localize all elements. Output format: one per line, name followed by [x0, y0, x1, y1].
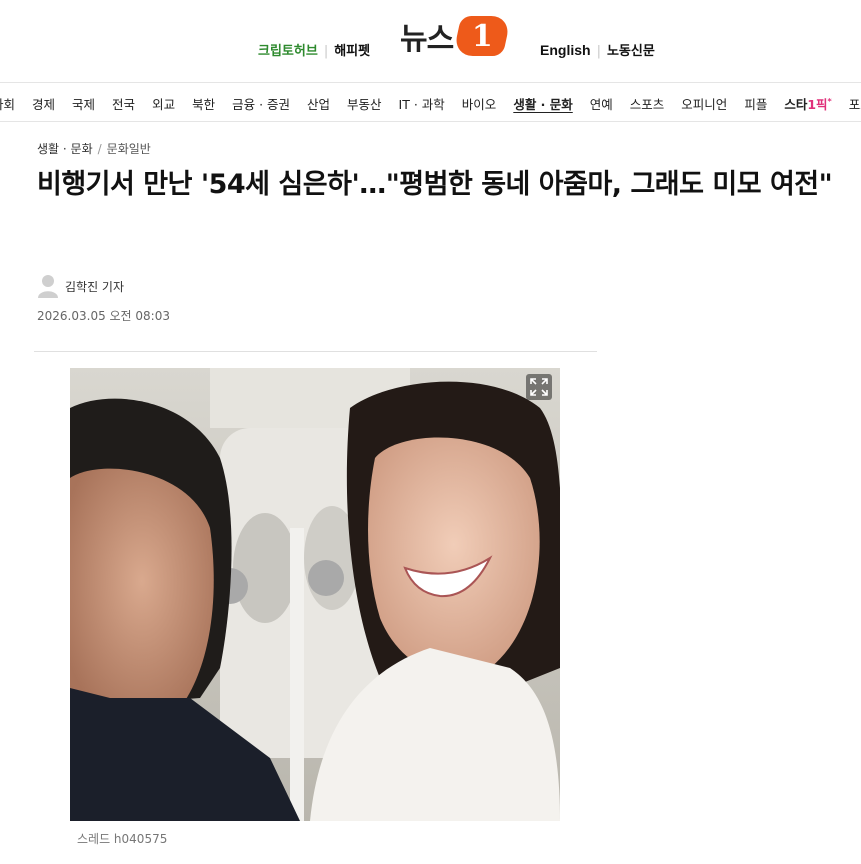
- star-pick-prefix: 스타: [784, 97, 808, 112]
- reporter-name[interactable]: 김학진 기자: [65, 278, 124, 295]
- logo-mark-text: 1: [471, 18, 493, 54]
- article-photo[interactable]: [70, 368, 560, 821]
- logo-text: 뉴스: [400, 22, 454, 57]
- nav-item-photo[interactable]: 포토: [849, 94, 861, 113]
- nav-item-it-science[interactable]: IT · 과학: [399, 94, 445, 113]
- nav-item-diplomacy[interactable]: 외교: [152, 94, 175, 113]
- nav-item-sports[interactable]: 스포츠: [630, 94, 665, 113]
- crypto-hub-link[interactable]: 크립토허브: [258, 44, 318, 59]
- nav-item-bio[interactable]: 바이오: [462, 94, 497, 113]
- photo-caption: 스레드 h040575: [77, 832, 168, 846]
- breadcrumb-separator: /: [97, 142, 102, 156]
- nav-item-finance[interactable]: 금융 · 증권: [232, 94, 290, 113]
- nav-item-real-estate[interactable]: 부동산: [347, 94, 382, 113]
- expand-icon: [530, 378, 548, 396]
- happy-pet-link[interactable]: 해피펫: [334, 44, 370, 59]
- header-right-links: English | 노동신문: [540, 40, 655, 59]
- nav-item-entertainment[interactable]: 연예: [590, 94, 613, 113]
- site-logo[interactable]: 뉴스 1: [400, 14, 512, 58]
- person-silhouette-icon: [38, 275, 58, 298]
- breadcrumb-subsection[interactable]: 문화일반: [107, 142, 151, 156]
- logo-mark: 1: [452, 16, 512, 56]
- link-divider: |: [596, 44, 601, 59]
- star-pick-label: 1픽: [807, 97, 828, 112]
- site-header: 크립토허브 | 해피펫 뉴스 1 English | 노동신문: [0, 0, 861, 83]
- nav-item-industry[interactable]: 산업: [307, 94, 330, 113]
- nav-item-national[interactable]: 전국: [112, 94, 135, 113]
- nav-item-star-pick[interactable]: 스타1픽*: [784, 94, 831, 113]
- rodong-sinmun-link[interactable]: 노동신문: [607, 44, 655, 59]
- byline: 김학진 기자: [37, 274, 124, 298]
- publish-date: 2026.03.05 오전 08:03: [37, 309, 170, 323]
- nav-item-world[interactable]: 국제: [72, 94, 95, 113]
- nav-item-people[interactable]: 피플: [744, 94, 767, 113]
- nav-item-life-culture[interactable]: 생활 · 문화: [513, 94, 572, 113]
- breadcrumb: 생활 · 문화 / 문화일반: [37, 140, 151, 157]
- article-headline: 비행기서 만난 '54세 심은하'…"평범한 동네 아줌마, 그래도 미모 여전…: [37, 169, 833, 200]
- expand-photo-button[interactable]: [526, 374, 552, 400]
- nav-item-opinion[interactable]: 오피니언: [681, 94, 727, 113]
- star-pick-mark: *: [827, 96, 832, 106]
- nav-item-economy[interactable]: 경제: [32, 94, 55, 113]
- breadcrumb-section[interactable]: 생활 · 문화: [37, 142, 93, 156]
- english-link[interactable]: English: [540, 42, 591, 58]
- divider: [34, 351, 597, 352]
- link-divider: |: [323, 44, 329, 59]
- header-left-links: 크립토허브 | 해피펫: [258, 40, 370, 59]
- article-photo-image: [70, 368, 560, 821]
- nav-item-north-korea[interactable]: 북한: [192, 94, 215, 113]
- nav-item-society[interactable]: 사회: [0, 94, 15, 113]
- section-nav-list: 사회 경제 국제 전국 외교 북한 금융 · 증권 산업 부동산 IT · 과학…: [0, 94, 861, 113]
- section-nav: 사회 경제 국제 전국 외교 북한 금융 · 증권 산업 부동산 IT · 과학…: [0, 83, 861, 122]
